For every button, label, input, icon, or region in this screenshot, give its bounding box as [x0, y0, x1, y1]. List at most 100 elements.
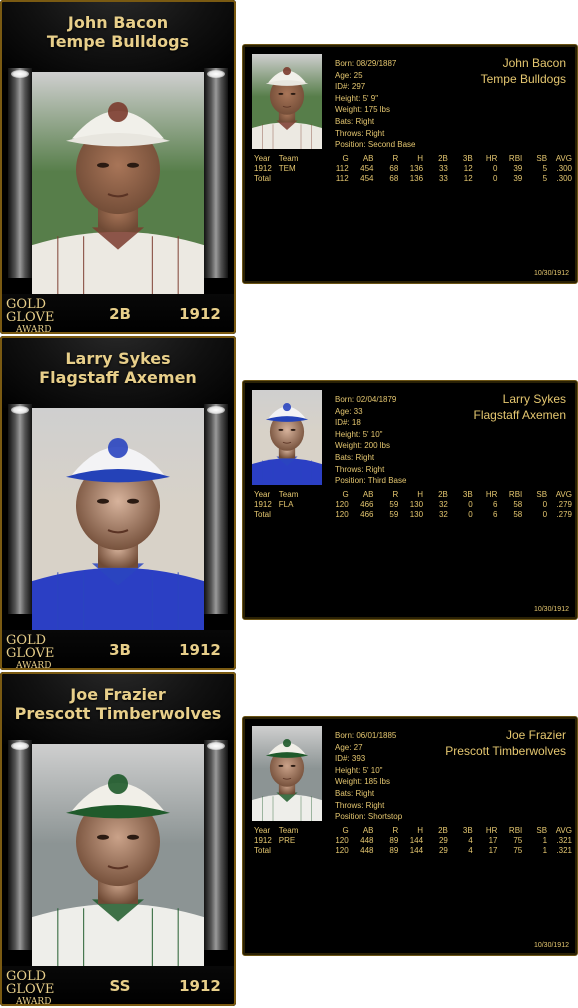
stat-row: Total 112 454 68 136 33 12 0 39 5 .300 [254, 174, 572, 184]
year-label: 1912 [179, 305, 221, 323]
stat-header: AVG [555, 490, 572, 499]
stat-row: Total 120 466 59 130 32 0 6 58 0 .279 [254, 510, 572, 520]
bio-block: Born: 06/01/1885 Age: 27 ID#: 393 Height: 5… [335, 730, 402, 823]
year-label: 1912 [179, 641, 221, 659]
stat-cell: .279 [556, 510, 572, 519]
stat-header: G [342, 490, 349, 499]
player-thumbnail [252, 726, 322, 821]
bio-weight: Weight: 200 lbs [335, 441, 390, 451]
stat-cell: 130 [409, 510, 424, 519]
stat-cell: 33 [438, 174, 448, 183]
svg-text:GLOVE: GLOVE [6, 646, 54, 661]
stat-cell: 466 [360, 500, 374, 509]
team-name: Tempe Bulldogs [480, 72, 566, 86]
stat-header: AB [362, 826, 374, 835]
stats-header-row: Year Team G AB R H 2B 3B HR RBI SB AVG [254, 490, 572, 500]
stat-cell: 68 [389, 164, 399, 173]
player-name: Larry Sykes [502, 392, 566, 406]
stat-header: G [342, 154, 349, 163]
stat-header: Year [254, 826, 271, 835]
stat-cell: 136 [409, 174, 424, 183]
position-label: 3B [109, 641, 131, 659]
stat-cell: 39 [513, 174, 523, 183]
bio-block: Born: 08/29/1887 Age: 25 ID#: 297 Height: 5… [335, 58, 416, 151]
stat-cell: .300 [556, 174, 572, 183]
stat-cell: Total [254, 510, 271, 519]
stat-cell: 1 [542, 846, 548, 855]
stat-header: Year [254, 154, 271, 163]
bio-throws: Throws: Right [335, 128, 385, 138]
front-card[interactable]: John Bacon Tempe Bulldogs GOLD GLOVE AWA… [0, 0, 236, 334]
stat-cell: 6 [493, 500, 498, 509]
stat-cell: 12 [463, 164, 473, 173]
svg-text:GLOVE: GLOVE [6, 310, 54, 325]
stats-table: Year Team G AB R H 2B 3B HR RBI SB AVG 1912 FLA 120 46… [254, 490, 572, 520]
stat-cell: 39 [513, 164, 523, 173]
stat-cell: 0 [542, 500, 548, 509]
stat-cell: 59 [389, 510, 399, 519]
stat-header: 2B [438, 154, 448, 163]
player-card-row: John Bacon Tempe Bulldogs GOLD GLOVE AWA… [0, 0, 578, 336]
player-portrait-icon [32, 744, 204, 966]
player-card-row: Joe Frazier Prescott Timberwolves GOLD G… [0, 672, 578, 1008]
stat-header: R [392, 154, 399, 163]
stat-cell: Total [254, 846, 271, 855]
stat-cell: 32 [438, 510, 448, 519]
stat-header: AB [362, 490, 374, 499]
stat-cell: 5 [542, 164, 548, 173]
card-date: 10/30/1912 [533, 270, 569, 277]
stat-header: HR [485, 490, 498, 499]
left-pillar [8, 404, 32, 614]
stat-header: RBI [508, 490, 523, 499]
bio-throws: Throws: Right [335, 464, 385, 474]
bio-id: ID#: 18 [335, 418, 361, 428]
player-name: Larry Sykes [65, 349, 171, 368]
team-name: Flagstaff Axemen [39, 368, 197, 387]
stat-cell: 89 [389, 846, 399, 855]
stat-cell: 120 [335, 500, 349, 509]
front-name-block: Larry Sykes Flagstaff Axemen [0, 349, 236, 387]
stat-cell: 4 [468, 836, 473, 845]
svg-text:GLOVE: GLOVE [6, 982, 54, 997]
award-logo: GOLD GLOVE AWARD [4, 630, 68, 670]
stat-cell: 32 [438, 500, 448, 509]
stat-cell: 4 [468, 846, 473, 855]
stat-cell: 0 [493, 174, 498, 183]
stat-cell: 12 [463, 174, 473, 183]
stat-header: Year [254, 490, 271, 499]
bio-position: Position: Third Base [335, 476, 407, 486]
back-card[interactable]: Born: 08/29/1887 Age: 25 ID#: 297 Height: 5… [242, 44, 578, 284]
stat-cell: 17 [488, 846, 498, 855]
stat-header: Team [278, 154, 299, 163]
stat-cell: 454 [360, 164, 374, 173]
player-photo [32, 408, 204, 630]
year-label: 1912 [179, 977, 221, 995]
front-card[interactable]: Larry Sykes Flagstaff Axemen GOLD GLOVE … [0, 336, 236, 670]
stat-cell: 1912 [254, 164, 272, 173]
stat-cell [279, 846, 324, 856]
back-card[interactable]: Born: 02/04/1879 Age: 33 ID#: 18 Height: 5'… [242, 380, 578, 620]
stat-header: H [417, 490, 424, 499]
stat-cell: 0 [542, 510, 548, 519]
player-thumbnail [252, 54, 322, 149]
bio-born: Born: 08/29/1887 [335, 59, 397, 68]
stat-cell: 136 [409, 164, 424, 173]
stat-cell: 1 [542, 836, 548, 845]
front-card[interactable]: Joe Frazier Prescott Timberwolves GOLD G… [0, 672, 236, 1006]
player-photo [32, 744, 204, 966]
stat-cell: FLA [278, 500, 294, 509]
stat-cell: 6 [493, 510, 498, 519]
lamp-icon [207, 406, 225, 414]
stat-header: 3B [462, 154, 473, 163]
player-photo [32, 72, 204, 294]
gold-glove-logo: GOLD GLOVE AWARD [6, 969, 54, 1006]
back-name-block: Larry Sykes Flagstaff Axemen [474, 391, 567, 423]
front-name-block: Joe Frazier Prescott Timberwolves [0, 685, 236, 723]
stat-cell: 144 [409, 836, 424, 845]
stat-cell: 89 [389, 836, 399, 845]
stat-cell: 448 [360, 846, 374, 855]
stat-cell: 466 [360, 510, 374, 519]
bio-weight: Weight: 185 lbs [335, 777, 390, 787]
bio-id: ID#: 393 [335, 754, 366, 764]
back-card[interactable]: Born: 06/01/1885 Age: 27 ID#: 393 Height: 5… [242, 716, 578, 956]
